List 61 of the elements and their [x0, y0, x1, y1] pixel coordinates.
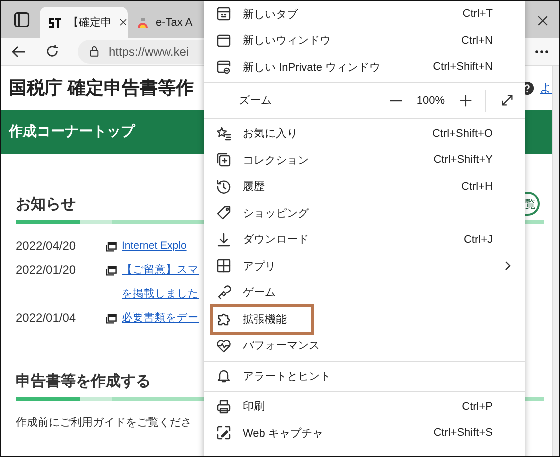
- zoom-value: 100%: [416, 94, 445, 106]
- download-icon: [216, 232, 232, 248]
- window-icon: [216, 32, 232, 49]
- menu-item[interactable]: ショッピング: [204, 200, 525, 226]
- menu-item[interactable]: パフォーマンス: [204, 332, 525, 359]
- refresh-icon[interactable]: [45, 44, 60, 59]
- zoom-out-button[interactable]: [388, 98, 405, 104]
- page-title: 国税庁 確定申告書等作: [9, 77, 194, 100]
- more-icon[interactable]: [535, 50, 549, 54]
- star-icon: [216, 126, 232, 142]
- news-date: 2022/04/20: [16, 238, 78, 255]
- plus-icon: [459, 94, 473, 108]
- minus-icon: [390, 100, 403, 102]
- header-link[interactable]: よ: [540, 80, 552, 96]
- menu-item[interactable]: 拡張機能: [204, 306, 525, 332]
- news-link[interactable]: を掲載しました: [122, 282, 199, 306]
- menu-item[interactable]: お気に入り Ctrl+Shift+O: [204, 120, 525, 147]
- bell-icon: [216, 368, 232, 384]
- news-link[interactable]: 【ご留意】スマ: [122, 258, 199, 282]
- game-icon: [216, 284, 232, 301]
- menu-item[interactable]: ダウンロード Ctrl+J: [204, 226, 525, 253]
- apps-icon: [216, 258, 232, 274]
- new-window-icon: [106, 314, 117, 324]
- lock-icon: [88, 45, 101, 58]
- menu-item[interactable]: アラートとヒント: [204, 363, 525, 390]
- menu-item[interactable]: Web キャプチャ Ctrl+Shift+S: [204, 420, 525, 446]
- close-icon: [118, 17, 129, 28]
- tag-icon: [216, 205, 232, 222]
- tab-icon: [216, 6, 232, 22]
- back-icon[interactable]: [11, 44, 27, 60]
- menu-item[interactable]: アプリ: [204, 253, 525, 280]
- new-window-icon: [106, 266, 117, 276]
- menu-item[interactable]: 新しいタブ Ctrl+T: [204, 1, 525, 28]
- scrollbar[interactable]: [552, 66, 559, 456]
- browser-tab[interactable]: 【確定申: [40, 7, 128, 38]
- menu-item[interactable]: 新しいウィンドウ Ctrl+N: [204, 28, 525, 54]
- news-date: 2022/01/04: [16, 310, 78, 327]
- news-link[interactable]: 必要書類をデー: [122, 306, 199, 330]
- puzzle-icon: [216, 311, 232, 328]
- close-icon[interactable]: [536, 14, 550, 28]
- zoom-label: ズーム: [239, 94, 272, 108]
- menu-item[interactable]: 履歴 Ctrl+H: [204, 174, 525, 200]
- heartbeat-icon: [216, 338, 232, 354]
- site-logo-icon: [48, 16, 62, 28]
- news-date: 2022/01/20: [16, 262, 78, 279]
- menu-item[interactable]: ゲーム: [204, 280, 525, 306]
- history-icon: [216, 178, 232, 195]
- capture-icon: [216, 425, 232, 442]
- menu-item[interactable]: 印刷 Ctrl+P: [204, 394, 525, 420]
- site-icon: [136, 16, 150, 30]
- private-window-icon: [216, 59, 232, 76]
- section-heading: お知らせ: [16, 194, 76, 214]
- new-window-icon: [106, 242, 117, 252]
- expand-icon: [500, 93, 515, 108]
- section-heading: 申告書等を作成する: [16, 372, 151, 390]
- guide-text: 作成前にご利用ガイドをご覧くださ: [16, 416, 192, 431]
- tab-actions-icon[interactable]: [13, 11, 31, 29]
- collection-icon: [216, 152, 232, 168]
- menu-item[interactable]: 新しい InPrivate ウィンドウ Ctrl+Shift+N: [204, 54, 525, 80]
- news-link[interactable]: Internet Explo: [122, 234, 187, 258]
- printer-icon: [216, 398, 232, 415]
